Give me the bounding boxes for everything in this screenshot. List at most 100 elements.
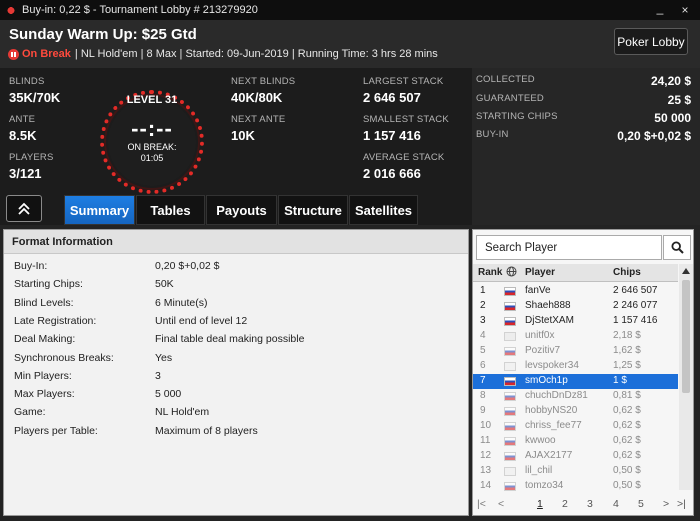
- prize-info-panel: COLLECTED 24,20 $ GUARANTEED 25 $ STARTI…: [472, 68, 700, 225]
- average-stack-value: 2 016 666: [363, 166, 421, 181]
- player-chips: 1,62 $: [613, 345, 641, 356]
- player-chips: 0,50 $: [613, 465, 641, 476]
- guaranteed-value: 25 $: [667, 93, 691, 107]
- player-row[interactable]: 8 chuchDnDz81 0,81 $: [473, 389, 678, 404]
- player-row[interactable]: 1 fanVe 2 646 507: [473, 284, 678, 299]
- player-row[interactable]: 13 lil_chil 0,50 $: [473, 464, 678, 479]
- player-row[interactable]: 12 AJAX2177 0,62 $: [473, 449, 678, 464]
- player-chips: 0,62 $: [613, 405, 641, 416]
- largest-stack-value: 2 646 507: [363, 90, 421, 105]
- last-page-button[interactable]: >|: [677, 498, 686, 510]
- format-value: Yes: [155, 351, 173, 364]
- player-row[interactable]: 14 tomzo34 0,50 $: [473, 479, 678, 494]
- minimize-button[interactable]: _: [652, 0, 668, 16]
- format-row: Starting Chips: 50K: [14, 278, 454, 296]
- tab-satellites[interactable]: Satellites: [349, 195, 418, 225]
- player-chips: 2 646 507: [613, 285, 658, 296]
- tournament-lobby-window: Buy-in: 0,22 $ - Tournament Lobby # 2132…: [0, 0, 700, 521]
- poker-lobby-button[interactable]: Poker Lobby: [614, 28, 688, 55]
- country-flag-icon: [504, 317, 516, 326]
- tab-payouts[interactable]: Payouts: [206, 195, 277, 225]
- player-row[interactable]: 3 DjStetXAM 1 157 416: [473, 314, 678, 329]
- next-ante-value: 10K: [231, 128, 255, 143]
- first-page-button[interactable]: |<: [477, 498, 486, 510]
- buy-in-label: BUY-IN: [476, 129, 509, 140]
- player-name: lil_chil: [525, 465, 553, 476]
- player-name: AJAX2177: [525, 450, 573, 461]
- format-row: Max Players: 5 000: [14, 388, 454, 406]
- player-row[interactable]: 2 Shaeh888 2 246 077: [473, 299, 678, 314]
- player-row[interactable]: 6 levspoker34 1,25 $: [473, 359, 678, 374]
- scrollbar-thumb[interactable]: [682, 280, 690, 393]
- page-4-button[interactable]: 4: [613, 498, 619, 510]
- country-flag-icon: [504, 467, 516, 476]
- format-key: Late Registration:: [14, 314, 97, 327]
- format-key: Min Players:: [14, 369, 72, 382]
- player-chips: 1 $: [613, 375, 627, 386]
- player-chips: 0,50 $: [613, 480, 641, 491]
- tab-structure[interactable]: Structure: [278, 195, 348, 225]
- format-key: Game:: [14, 406, 46, 419]
- level-clock: --:--: [131, 116, 173, 141]
- close-button[interactable]: ×: [677, 2, 693, 18]
- globe-icon[interactable]: [506, 266, 517, 280]
- format-value: Final table deal making possible: [155, 333, 305, 346]
- next-blinds-value: 40K/80K: [231, 90, 283, 105]
- format-row: Deal Making: Final table deal making poss…: [14, 333, 454, 351]
- search-icon: [670, 241, 684, 254]
- collapse-button[interactable]: [6, 195, 42, 222]
- tournament-title: Sunday Warm Up: $25 Gtd: [9, 26, 197, 43]
- player-rank: 11: [480, 435, 491, 446]
- format-key: Deal Making:: [14, 333, 76, 346]
- player-column-header[interactable]: Player: [525, 267, 555, 278]
- page-5-button[interactable]: 5: [638, 498, 644, 510]
- player-row[interactable]: 11 kwwoo 0,62 $: [473, 434, 678, 449]
- format-value: 3: [155, 369, 161, 382]
- player-rank: 8: [480, 390, 486, 401]
- search-button[interactable]: [663, 235, 691, 260]
- player-row[interactable]: 7 smOch1p 1 $: [473, 374, 678, 389]
- tournament-header: Sunday Warm Up: $25 Gtd On Break | NL Ho…: [0, 20, 700, 68]
- tab-summary[interactable]: Summary: [64, 195, 135, 225]
- format-row: Players per Table: Maximum of 8 players: [14, 425, 454, 443]
- starting-chips-label: STARTING CHIPS: [476, 111, 558, 122]
- page-3-button[interactable]: 3: [587, 498, 593, 510]
- player-name: chuchDnDz81: [525, 390, 588, 401]
- player-chips: 1 157 416: [613, 315, 658, 326]
- break-timer: ON BREAK: 01:05: [100, 142, 204, 164]
- page-1-button[interactable]: 1: [537, 498, 543, 510]
- format-value: Maximum of 8 players: [155, 424, 258, 437]
- player-name: DjStetXAM: [525, 315, 574, 326]
- rank-column-header[interactable]: Rank: [478, 267, 502, 278]
- player-list-scrollbar[interactable]: [679, 264, 693, 490]
- player-row[interactable]: 9 hobbyNS20 0,62 $: [473, 404, 678, 419]
- format-row: Synchronous Breaks: Yes: [14, 352, 454, 370]
- page-2-button[interactable]: 2: [562, 498, 568, 510]
- player-name: kwwoo: [525, 435, 556, 446]
- country-flag-icon: [504, 362, 516, 371]
- tab-tables[interactable]: Tables: [136, 195, 205, 225]
- smallest-stack-value: 1 157 416: [363, 128, 421, 143]
- country-flag-icon: [504, 332, 516, 341]
- player-rank: 6: [480, 360, 486, 371]
- player-rank: 13: [480, 465, 492, 476]
- player-row[interactable]: 4 unitf0x 2,18 $: [473, 329, 678, 344]
- country-flag-icon: [504, 377, 516, 386]
- status-badge: On Break: [22, 48, 71, 60]
- chips-column-header[interactable]: Chips: [613, 267, 641, 278]
- format-key: Max Players:: [14, 388, 75, 401]
- player-row[interactable]: 5 Pozitiv7 1,62 $: [473, 344, 678, 359]
- format-value: 50K: [155, 278, 174, 291]
- scroll-up-icon[interactable]: [682, 268, 690, 274]
- search-player-input[interactable]: Search Player: [476, 235, 662, 260]
- next-page-button[interactable]: >: [663, 498, 669, 510]
- prev-page-button[interactable]: <: [498, 498, 504, 510]
- player-name: tomzo34: [525, 480, 564, 491]
- next-ante-label: NEXT ANTE: [231, 114, 286, 125]
- country-flag-icon: [504, 452, 516, 461]
- level-label: LEVEL 31: [126, 94, 178, 106]
- country-flag-icon: [504, 437, 516, 446]
- guaranteed-label: GUARANTEED: [476, 93, 544, 104]
- player-row[interactable]: 10 chriss_fee77 0,62 $: [473, 419, 678, 434]
- format-value: 6 Minute(s): [155, 296, 208, 309]
